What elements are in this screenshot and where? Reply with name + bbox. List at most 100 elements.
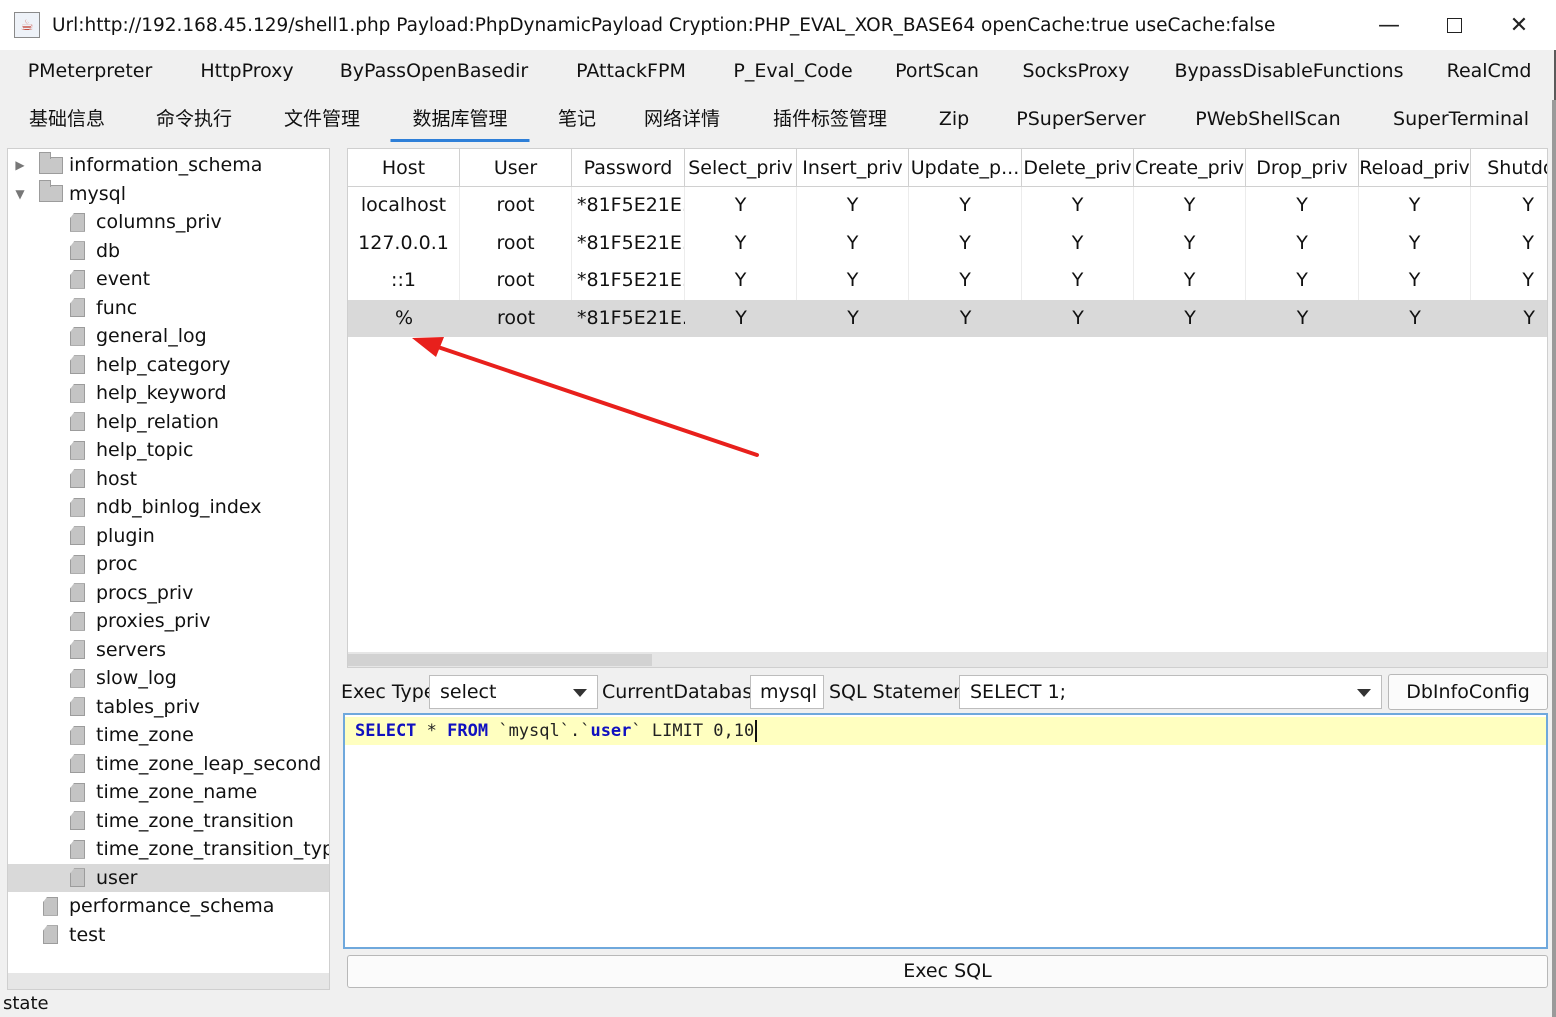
table-icon <box>70 326 85 346</box>
exec-type-label: Exec Type <box>341 681 436 703</box>
tree-node[interactable]: proc <box>8 550 329 579</box>
tab-main-2[interactable]: 文件管理 <box>284 96 360 144</box>
tab-main-1[interactable]: 命令执行 <box>156 96 232 144</box>
sql-statement-select[interactable]: SELECT 1; <box>959 675 1382 709</box>
chevron-down-icon <box>1357 689 1371 697</box>
tree-node[interactable]: columns_priv <box>8 208 329 237</box>
table-row[interactable]: 127.0.0.1root*81F5E21E...YYYYYYYY <box>348 224 1547 262</box>
tab-main-4[interactable]: 笔记 <box>558 96 596 144</box>
table-icon <box>70 811 85 831</box>
table-icon <box>70 526 85 546</box>
table-cell: Y <box>847 306 859 329</box>
close-button[interactable]: ✕ <box>1486 0 1552 50</box>
tab-plugin-8[interactable]: RealCmd <box>1447 48 1532 96</box>
table-cell: Y <box>1246 187 1359 225</box>
column-header[interactable]: Drop_priv <box>1246 149 1359 187</box>
tree-node[interactable]: help_topic <box>8 436 329 465</box>
tree-node[interactable]: db <box>8 237 329 266</box>
tree-node[interactable]: ▼ mysql <box>8 180 329 209</box>
tree-node-label: general_log <box>96 325 207 348</box>
tab-plugin-3[interactable]: PAttackFPM <box>576 48 686 96</box>
table-cell: *81F5E21E... <box>572 262 685 300</box>
tree-node[interactable]: time_zone_name <box>8 778 329 807</box>
expand-arrow-icon[interactable]: ▼ <box>13 187 27 201</box>
tab-main-9[interactable]: PWebShellScan <box>1195 96 1340 144</box>
table-row[interactable]: % root *81F5E21E... Y Y Y Y Y Y Y Y <box>348 299 1547 337</box>
tree-node[interactable]: help_category <box>8 351 329 380</box>
table-cell: Y <box>797 187 909 225</box>
tab-main-10[interactable]: SuperTerminal <box>1393 96 1529 144</box>
table-cell: Y <box>797 262 909 300</box>
sql-editor[interactable]: SELECT * FROM `mysql`.`user` LIMIT 0,10 <box>343 713 1548 949</box>
table-cell: root <box>496 306 536 329</box>
table-icon <box>70 640 85 660</box>
column-header[interactable]: Select_priv <box>685 149 797 187</box>
table-horizontal-scrollbar[interactable] <box>348 652 1547 667</box>
maximize-button[interactable] <box>1421 0 1487 50</box>
tab-plugin-2[interactable]: ByPassOpenBasedir <box>340 48 529 96</box>
tree-node[interactable]: func <box>8 294 329 323</box>
table-row[interactable]: ::1root*81F5E21E...YYYYYYYY <box>348 262 1547 300</box>
tree-node[interactable]: ndb_binlog_index <box>8 493 329 522</box>
column-header[interactable]: Delete_priv <box>1022 149 1134 187</box>
column-header[interactable]: Reload_priv <box>1359 149 1471 187</box>
tree-horizontal-scrollbar[interactable] <box>8 973 329 989</box>
tree-node[interactable]: servers <box>8 636 329 665</box>
sql-text: `mysql`.` <box>488 721 591 741</box>
tab-main-0[interactable]: 基础信息 <box>29 96 105 144</box>
tree-node-label: help_category <box>96 353 231 376</box>
tab-plugin-7[interactable]: BypassDisableFunctions <box>1175 48 1404 96</box>
minimize-button[interactable]: — <box>1356 0 1422 50</box>
column-header[interactable]: Create_priv <box>1134 149 1246 187</box>
column-header[interactable]: Update_p... <box>909 149 1022 187</box>
column-header[interactable]: Shutdov <box>1471 149 1547 187</box>
tree-node-label: db <box>96 239 121 262</box>
tab-main-3[interactable]: 数据库管理 <box>390 96 530 144</box>
sql-editor-line[interactable]: SELECT * FROM `mysql`.`user` LIMIT 0,10 <box>345 717 1546 745</box>
exec-type-select[interactable]: select <box>429 675 598 709</box>
tab-plugin-6[interactable]: SocksProxy <box>1022 48 1129 96</box>
tab-plugin-0[interactable]: PMeterpreter <box>28 48 153 96</box>
table-cell: Y <box>1409 306 1421 329</box>
tree-node[interactable]: test <box>8 921 329 950</box>
tree-node[interactable]: host <box>8 465 329 494</box>
column-header[interactable]: Host <box>348 149 460 187</box>
tree-node[interactable]: performance_schema <box>8 892 329 921</box>
tree-node[interactable]: help_keyword <box>8 379 329 408</box>
dbinfo-config-button[interactable]: DbInfoConfig <box>1388 674 1548 710</box>
tree-node[interactable]: slow_log <box>8 664 329 693</box>
current-database-label: CurrentDatabase <box>602 681 765 703</box>
tree-node[interactable]: event <box>8 265 329 294</box>
tree-node[interactable]: time_zone_transition_type <box>8 835 329 864</box>
tab-main-7[interactable]: Zip <box>939 96 969 144</box>
column-header[interactable]: Password <box>572 149 685 187</box>
tree-node[interactable]: ▶ information_schema <box>8 151 329 180</box>
tree-node[interactable]: proxies_priv <box>8 607 329 636</box>
scrollbar-thumb[interactable] <box>348 654 652 666</box>
tree-node[interactable]: help_relation <box>8 408 329 437</box>
tree-node[interactable]: general_log <box>8 322 329 351</box>
exec-sql-button[interactable]: Exec SQL <box>347 955 1548 988</box>
current-database-field[interactable]: mysql <box>750 675 824 709</box>
tree-node[interactable]: user <box>8 863 329 892</box>
tree-node-label: plugin <box>96 524 155 547</box>
window-edge <box>1552 100 1556 1017</box>
tree-node[interactable]: procs_priv <box>8 579 329 608</box>
tab-plugin-5[interactable]: PortScan <box>895 48 979 96</box>
column-header[interactable]: User <box>460 149 572 187</box>
table-row[interactable]: localhostroot*81F5E21E...YYYYYYYY <box>348 187 1547 225</box>
collapse-arrow-icon[interactable]: ▶ <box>13 158 27 172</box>
tab-main-6[interactable]: 插件标签管理 <box>773 96 887 144</box>
table-cell: Y <box>685 187 797 225</box>
tab-main-8[interactable]: PSuperServer <box>1016 96 1145 144</box>
table-cell: Y <box>1359 187 1471 225</box>
tree-node[interactable]: plugin <box>8 522 329 551</box>
tree-node[interactable]: time_zone <box>8 721 329 750</box>
column-header[interactable]: Insert_priv <box>797 149 909 187</box>
tree-node[interactable]: time_zone_leap_second <box>8 750 329 779</box>
tab-plugin-1[interactable]: HttpProxy <box>200 48 293 96</box>
tab-main-5[interactable]: 网络详情 <box>644 96 720 144</box>
tree-node[interactable]: tables_priv <box>8 693 329 722</box>
tab-plugin-4[interactable]: P_Eval_Code <box>733 48 852 96</box>
tree-node[interactable]: time_zone_transition <box>8 807 329 836</box>
